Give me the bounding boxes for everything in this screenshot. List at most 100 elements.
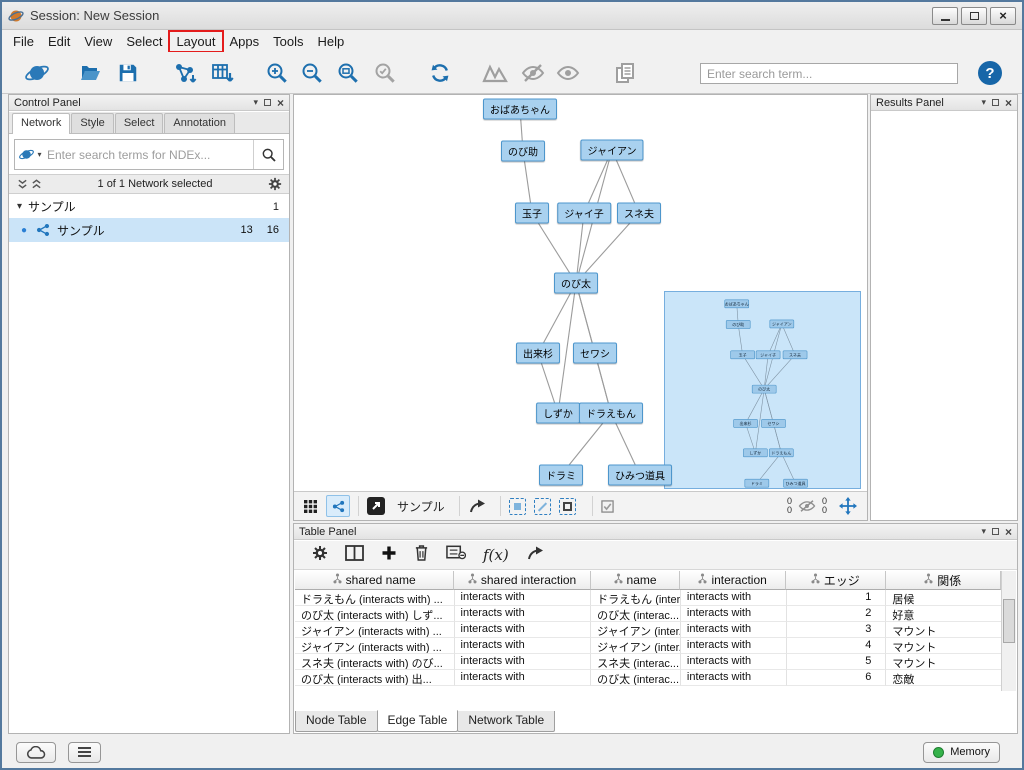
table-cell[interactable]: interacts with <box>454 606 592 622</box>
column-header-4[interactable]: エッジ <box>785 571 886 590</box>
zoom-fit-button[interactable] <box>335 60 361 86</box>
panel-menu-icon[interactable]: ▾ <box>981 98 986 107</box>
export-table-icon[interactable] <box>526 545 546 566</box>
close-button[interactable]: × <box>990 6 1016 25</box>
panel-close-icon[interactable]: × <box>277 97 284 109</box>
menu-item-help[interactable]: Help <box>311 31 352 52</box>
table-cell[interactable]: interacts with <box>680 606 787 622</box>
network-canvas[interactable]: おばあちゃん のび助 ジャイアン 玉子 ジャイ子 スネ夫 のび太 出来杉 セワシ しずか ドラえもん… <box>294 95 867 491</box>
table-cell[interactable]: interacts with <box>454 590 592 606</box>
table-scrollbar[interactable] <box>1001 571 1016 691</box>
minimize-button[interactable] <box>932 6 958 25</box>
table-cell[interactable]: のび太 (interacts with) 出... <box>295 670 455 686</box>
select-mode-nodes-icon[interactable] <box>508 497 526 515</box>
panel-float-icon[interactable] <box>991 99 999 106</box>
table-cell[interactable]: ジャイアン (inter... <box>591 638 681 654</box>
table-cell[interactable]: interacts with <box>680 590 787 606</box>
select-mode-edges-icon[interactable] <box>533 497 551 515</box>
save-session-button[interactable] <box>115 60 141 86</box>
table-row[interactable]: ジャイアン (interacts with) ... interacts with… <box>295 638 1002 654</box>
table-cell[interactable]: 6 <box>786 670 887 686</box>
expand-all-icon[interactable] <box>29 177 43 191</box>
tab-network[interactable]: Network <box>12 113 71 134</box>
table-cell[interactable]: 好意 <box>886 606 1002 622</box>
graph-node[interactable]: しずか <box>536 402 580 424</box>
menu-item-edit[interactable]: Edit <box>41 31 77 52</box>
table-row[interactable]: スネ夫 (interacts with) のび... interacts with… <box>295 654 1002 670</box>
graph-node[interactable]: ジャイアン <box>580 139 644 161</box>
graph-node[interactable]: のび太 <box>554 272 598 294</box>
table-cell[interactable]: スネ夫 (interacts with) のび... <box>295 654 455 670</box>
table-cell[interactable]: interacts with <box>454 670 592 686</box>
table-row[interactable]: ジャイアン (interacts with) ... interacts with… <box>295 622 1002 638</box>
maximize-button[interactable] <box>961 6 987 25</box>
clear-table-icon[interactable] <box>446 545 467 565</box>
table-cell[interactable]: 4 <box>786 638 887 654</box>
collapse-all-icon[interactable] <box>15 177 29 191</box>
add-column-icon[interactable] <box>381 545 397 566</box>
table-cell[interactable]: ドラえもん (interacts with) ... <box>295 590 455 606</box>
table-cell[interactable]: interacts with <box>680 638 787 654</box>
table-cell[interactable]: のび太 (interac... <box>591 606 681 622</box>
ndex-search-input[interactable] <box>45 146 253 163</box>
graph-node[interactable]: ひみつ道具 <box>608 464 672 486</box>
birdseye-toggle-button[interactable] <box>326 495 350 517</box>
first-neighbors-button[interactable] <box>482 60 512 86</box>
open-in-new-icon[interactable] <box>367 497 385 515</box>
pan-mode-icon[interactable] <box>839 497 857 515</box>
column-header-5[interactable]: 関係 <box>885 571 1001 590</box>
search-provider-dropdown[interactable]: ▾ <box>15 146 45 163</box>
grid-view-icon[interactable] <box>304 499 317 513</box>
table-cell[interactable]: のび太 (interac... <box>591 670 681 686</box>
clone-network-button[interactable] <box>612 60 638 86</box>
show-columns-icon[interactable] <box>345 544 364 566</box>
search-input[interactable] <box>700 63 958 84</box>
table-cell[interactable]: interacts with <box>454 654 592 670</box>
table-cell[interactable]: 3 <box>786 622 887 638</box>
menu-item-apps[interactable]: Apps <box>223 31 267 52</box>
hide-selected-button[interactable] <box>520 60 546 86</box>
graph-node[interactable]: 玉子 <box>515 202 549 224</box>
panel-float-icon[interactable] <box>263 99 271 106</box>
collection-row[interactable]: ▾ サンプル 1 <box>9 195 289 218</box>
zoom-selected-button[interactable] <box>372 60 398 86</box>
column-header-0[interactable]: shared name <box>295 571 455 590</box>
table-row[interactable]: のび太 (interacts with) 出... interacts with の… <box>295 670 1002 686</box>
table-row[interactable]: のび太 (interacts with) しず... interacts with… <box>295 606 1002 622</box>
table-row[interactable]: ドラえもん (interacts with) ... interacts with… <box>295 590 1002 606</box>
graph-node[interactable]: ドラミ <box>539 464 583 486</box>
import-table-button[interactable] <box>209 60 235 86</box>
menu-item-file[interactable]: File <box>6 31 41 52</box>
panel-close-icon[interactable]: × <box>1005 526 1012 538</box>
tab-edge-table[interactable]: Edge Table <box>376 710 459 732</box>
import-network-button[interactable] <box>172 60 198 86</box>
column-header-3[interactable]: interaction <box>680 571 786 590</box>
table-cell[interactable]: ジャイアン (interacts with) ... <box>295 638 455 654</box>
table-cell[interactable]: 5 <box>786 654 887 670</box>
panel-menu-icon[interactable]: ▾ <box>981 527 986 536</box>
tab-annotation[interactable]: Annotation <box>164 113 235 133</box>
table-cell[interactable]: interacts with <box>454 638 592 654</box>
table-cell[interactable]: 恋敵 <box>886 670 1002 686</box>
menu-item-select[interactable]: Select <box>119 31 169 52</box>
cloud-services-button[interactable] <box>16 741 56 763</box>
table-cell[interactable]: ドラえもん (inter... <box>591 590 681 606</box>
tree-expander-icon[interactable]: ▾ <box>17 201 22 212</box>
table-cell[interactable]: interacts with <box>680 670 787 686</box>
tab-network-table[interactable]: Network Table <box>457 711 556 732</box>
table-cell[interactable]: ジャイアン (interacts with) ... <box>295 622 455 638</box>
zoom-out-button[interactable] <box>299 60 325 86</box>
graph-node[interactable]: 出来杉 <box>516 342 560 364</box>
gear-icon[interactable] <box>267 176 283 192</box>
show-all-button[interactable] <box>555 60 581 86</box>
graph-node[interactable]: ドラえもん <box>579 402 643 424</box>
table-cell[interactable]: マウント <box>886 638 1002 654</box>
refresh-layout-button[interactable] <box>427 60 453 86</box>
menu-item-view[interactable]: View <box>77 31 119 52</box>
graph-node[interactable]: ジャイ子 <box>557 202 611 224</box>
table-settings-gear-icon[interactable] <box>312 545 328 566</box>
task-history-button[interactable] <box>68 741 101 763</box>
network-row-selected[interactable]: ● サンプル 13 16 <box>9 218 289 242</box>
birdseye-navigator[interactable]: おばあちゃん のび助 ジャイアン 玉子 ジャイ子 スネ夫 のび太 出来杉 セワシ しずか ドラえもん… <box>664 291 861 489</box>
table-cell[interactable]: 居候 <box>886 590 1002 606</box>
